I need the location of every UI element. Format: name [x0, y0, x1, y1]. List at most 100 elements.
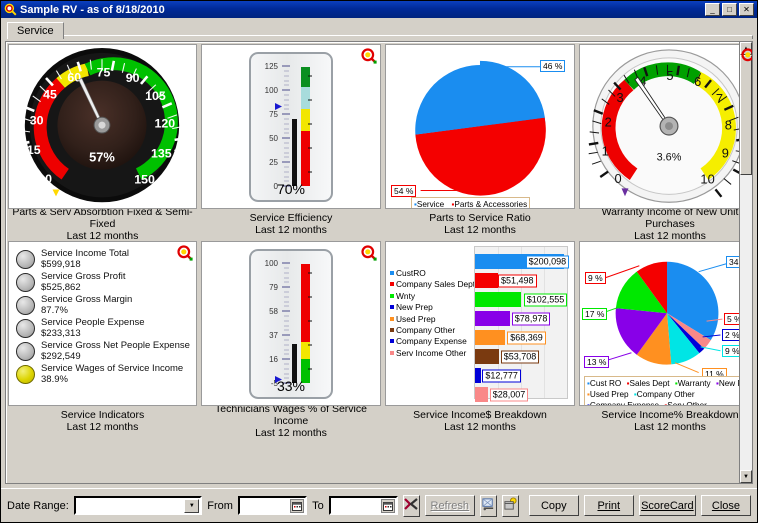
- delete-button[interactable]: [502, 495, 519, 517]
- indicator-value: 38.9%: [41, 375, 183, 386]
- panel-caption: Parts to Service Ratio Last 12 months: [385, 209, 575, 237]
- legend-swatch: [390, 282, 394, 286]
- bar-row[interactable]: $200,098: [475, 254, 567, 269]
- pie-callout-parts: 54 %: [391, 185, 416, 197]
- tab-service[interactable]: Service: [7, 22, 64, 39]
- indicator-row[interactable]: Service People Expense $233,313: [16, 317, 192, 340]
- caption-period: Last 12 months: [255, 224, 327, 236]
- panel-service-indicators[interactable]: Service Income Total $599,918 Service Gr…: [8, 241, 197, 434]
- bar-row[interactable]: $102,555: [475, 292, 567, 307]
- bar-chart-plot: $200,098 $51,498 $102,555 $78,978: [474, 246, 568, 399]
- panel-parts-serv-absorbtion[interactable]: 0 15 30 45 60 75 90 105 120 135 150: [8, 44, 197, 237]
- svg-text:1: 1: [602, 143, 609, 158]
- copy-button[interactable]: Copy: [529, 495, 579, 516]
- panel-warranty-income[interactable]: 0 1 2 3 4 5 6 7 8 9 10: [579, 44, 753, 237]
- legend-label: Company Sales Dept: [396, 279, 475, 289]
- calendar-icon[interactable]: [381, 499, 395, 513]
- legend-label: Warranty: [678, 379, 711, 388]
- svg-text:15: 15: [27, 143, 41, 157]
- magnifier-icon[interactable]: [177, 245, 193, 261]
- refresh-label: Refresh: [431, 500, 470, 512]
- magnifier-icon[interactable]: [361, 48, 377, 64]
- scorecard-button[interactable]: ScoreCard: [639, 495, 696, 516]
- gauge-value: 57%: [89, 150, 115, 165]
- panel-caption: Service Efficiency Last 12 months: [201, 209, 381, 237]
- panel-parts-to-service-ratio[interactable]: 46 % 54 % ▪Service ▪Parts & Accessories …: [385, 44, 575, 237]
- minimize-button[interactable]: _: [705, 3, 720, 16]
- caption-title: Service Efficiency: [250, 212, 333, 224]
- legend-label: Company Other: [396, 325, 455, 335]
- panel-caption: Service Indicators Last 12 months: [8, 406, 197, 434]
- panel-technicians-wages[interactable]: 100 79 58 37 16 -5: [201, 241, 381, 434]
- indicator-row[interactable]: Service Gross Margin 87.7%: [16, 294, 192, 317]
- indicator-row[interactable]: Service Gross Net People Expense $292,54…: [16, 340, 192, 363]
- svg-text:30: 30: [30, 114, 44, 128]
- svg-text:3.6%: 3.6%: [657, 152, 682, 164]
- caption-title: Service Income% Breakdown: [601, 409, 738, 421]
- svg-text:5: 5: [666, 68, 673, 83]
- caption-period: Last 12 months: [634, 421, 706, 433]
- caption-period: Last 12 months: [255, 427, 327, 439]
- to-date-input[interactable]: [329, 496, 398, 515]
- indicator-row[interactable]: Service Gross Profit $525,862: [16, 271, 192, 294]
- caption-title: Warranty Income of New Unit Purchases: [579, 206, 753, 230]
- from-date-input[interactable]: [238, 496, 307, 515]
- dashboard-content: 0 15 30 45 60 75 90 105 120 135 150: [5, 41, 753, 484]
- panel-service-efficiency[interactable]: 125 100 75 50 25 0: [201, 44, 381, 237]
- bar-value-label: $68,369: [507, 331, 546, 344]
- date-range-label: Date Range:: [7, 500, 69, 512]
- refresh-button[interactable]: Refresh: [425, 495, 475, 516]
- svg-text:45: 45: [43, 87, 57, 101]
- svg-text:9: 9: [722, 146, 729, 161]
- bar-row[interactable]: $68,369: [475, 330, 567, 345]
- caption-title: Parts & Serv Absorbtion Fixed & Semi-Fix…: [8, 206, 197, 230]
- bar-row[interactable]: $53,708: [475, 349, 567, 364]
- indicator-name: Service Income Total: [41, 249, 129, 260]
- clear-filter-icon: [404, 497, 419, 514]
- calendar-icon[interactable]: [290, 499, 304, 513]
- scrollbar-thumb[interactable]: [740, 55, 752, 175]
- maximize-button[interactable]: □: [722, 3, 737, 16]
- indicator-row[interactable]: Service Income Total $599,918: [16, 248, 192, 271]
- close-window-button[interactable]: Close: [701, 495, 751, 516]
- legend-label: Cust RO: [590, 379, 621, 388]
- panel-body: 34 % 9 % 17 % 13 % 11 % 9 % 2 % 5 % ▪Cus…: [579, 241, 753, 406]
- panel-service-income-pct-breakdown[interactable]: 34 % 9 % 17 % 13 % 11 % 9 % 2 % 5 % ▪Cus…: [579, 241, 753, 434]
- close-button[interactable]: ✕: [739, 3, 754, 16]
- chevron-down-icon[interactable]: ▼: [184, 499, 199, 513]
- bottom-toolbar: Date Range: ▼ From To Refresh: [1, 488, 757, 522]
- bar-row[interactable]: $78,978: [475, 311, 567, 326]
- panel-body: 100 79 58 37 16 -5: [201, 241, 381, 406]
- dial-gauge-light: 0 1 2 3 4 5 6 7 8 9 10: [580, 45, 753, 206]
- legend-label: Sales Dept: [630, 379, 670, 388]
- scroll-down-button[interactable]: ▼: [740, 470, 752, 483]
- legend-item: Company Other: [390, 325, 476, 336]
- caption-title: Service Indicators: [61, 409, 144, 421]
- magnifier-icon[interactable]: [741, 48, 753, 64]
- indicator-row[interactable]: Service Wages of Service Income 38.9%: [16, 363, 192, 386]
- clear-filter-button[interactable]: [403, 495, 420, 517]
- date-range-select[interactable]: ▼: [74, 496, 203, 515]
- legend-label: Company Expense: [590, 401, 659, 406]
- indicator-list: Service Income Total $599,918 Service Gr…: [9, 242, 196, 386]
- legend-label-service: Service: [417, 200, 444, 209]
- bar-value-label: $12,777: [482, 369, 521, 382]
- bar-row[interactable]: $28,007: [475, 387, 567, 402]
- legend-swatch: [390, 328, 394, 332]
- panel-service-income-breakdown[interactable]: CustRO Company Sales Dept Wnty New Prep …: [385, 241, 575, 434]
- pie-legend: ▪Service ▪Parts & Accessories: [411, 197, 530, 209]
- magnifier-icon: [4, 3, 17, 16]
- bar-row[interactable]: $12,777: [475, 368, 567, 383]
- print-button[interactable]: Print: [584, 495, 634, 516]
- bar-row[interactable]: $51,498: [475, 273, 567, 288]
- legend-label: Company Expense: [396, 336, 467, 346]
- caption-period: Last 12 months: [67, 421, 139, 433]
- magnifier-icon[interactable]: [361, 245, 377, 261]
- scorecard-label: ScoreCard: [641, 500, 694, 512]
- svg-text:105: 105: [145, 89, 166, 103]
- vertical-scrollbar[interactable]: ▲ ▼: [739, 42, 752, 483]
- status-indicator-icon: [16, 365, 35, 384]
- linear-gauge-frame: 100 79 58 37 16 -5: [249, 249, 333, 399]
- legend-swatch: [390, 317, 394, 321]
- export-button[interactable]: [480, 495, 497, 517]
